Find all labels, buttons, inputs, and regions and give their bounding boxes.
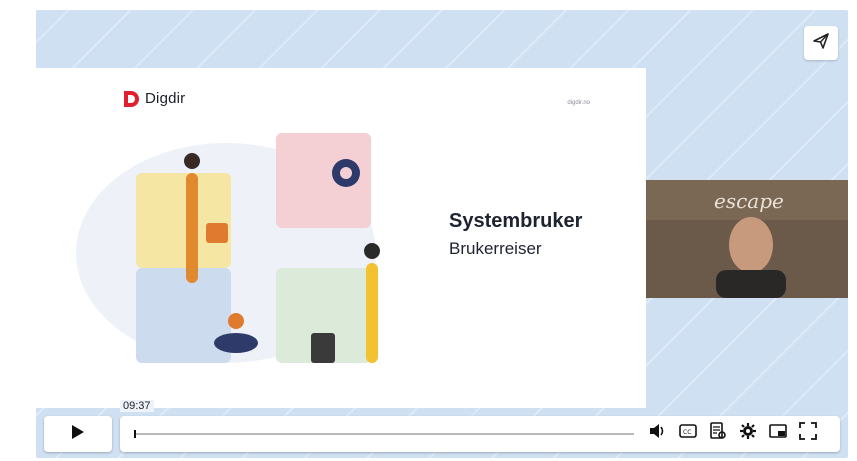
- play-button[interactable]: [44, 416, 112, 452]
- slide-subtitle: Brukerreiser: [449, 239, 542, 258]
- digdir-logo-mark-icon: [124, 90, 139, 107]
- video-player[interactable]: Digdir digdir.no Systembruker Brukerreis…: [36, 10, 848, 458]
- share-icon: [812, 32, 830, 55]
- escape-sign: escape: [714, 189, 784, 213]
- current-time: 09:37: [120, 400, 154, 412]
- presentation-slide: Digdir digdir.no Systembruker Brukerreis…: [36, 68, 646, 408]
- player-controls: 09:37 CC: [36, 400, 848, 458]
- digdir-logo: Digdir: [124, 90, 185, 107]
- presenter-webcam-feed: escape: [646, 180, 848, 298]
- share-button[interactable]: [804, 26, 838, 60]
- transcript-icon: [709, 421, 727, 445]
- slide-title-block: Systembruker Brukerreiser: [449, 210, 582, 259]
- transcript-button[interactable]: [708, 421, 728, 445]
- settings-button[interactable]: [738, 422, 758, 445]
- volume-icon: [649, 423, 667, 444]
- picture-in-picture-icon: [769, 423, 787, 444]
- closed-captions-icon: CC: [679, 423, 697, 443]
- svg-text:CC: CC: [683, 429, 691, 436]
- presenter-webcam: escape: [646, 180, 848, 298]
- slide-title: Systembruker: [449, 210, 583, 232]
- play-icon: [71, 424, 85, 445]
- puzzle-illustration: [76, 133, 380, 363]
- fullscreen-button[interactable]: [798, 421, 818, 445]
- site-url: digdir.no: [567, 100, 590, 106]
- picture-in-picture-button[interactable]: [768, 423, 788, 443]
- gear-icon: [739, 422, 757, 445]
- progress-track[interactable]: [134, 430, 634, 438]
- captions-button[interactable]: CC: [678, 423, 698, 443]
- fullscreen-icon: [799, 421, 817, 445]
- progress-thumb[interactable]: [134, 430, 136, 438]
- control-icons: CC: [648, 421, 818, 445]
- logo-text: Digdir: [145, 90, 186, 107]
- volume-button[interactable]: [648, 423, 668, 443]
- control-bar: CC: [120, 416, 840, 452]
